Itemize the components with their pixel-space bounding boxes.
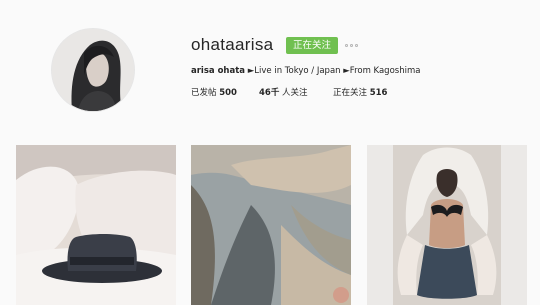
stat-followers[interactable]: 46千 人关注 <box>259 86 308 98</box>
profile-bio: arisa ohata ►Live in Tokyo / Japan ►From… <box>191 66 420 76</box>
following-label: 正在关注 <box>333 88 368 98</box>
post-thumbnail-hat[interactable] <box>16 145 176 305</box>
dot <box>350 43 353 47</box>
dot <box>345 43 348 47</box>
post-thumbnail-portrait[interactable] <box>367 145 527 305</box>
followers-label: 人关注 <box>282 88 308 98</box>
post-thumbnail-landscape[interactable] <box>191 145 351 305</box>
stat-posts: 已发帖 500 <box>191 86 237 98</box>
following-count: 516 <box>369 88 388 98</box>
profile-avatar[interactable] <box>52 29 134 111</box>
more-options-icon[interactable] <box>345 38 358 52</box>
portrait-photo <box>367 145 527 305</box>
avatar-image <box>52 29 134 111</box>
stat-following[interactable]: 正在关注 516 <box>333 86 387 98</box>
posts-label: 已发帖 <box>191 88 217 98</box>
profile-full-name: arisa ohata <box>191 66 246 76</box>
following-button[interactable]: 正在关注 <box>286 37 339 54</box>
landscape-photo <box>191 145 351 305</box>
profile-username: ohataarisa <box>191 35 274 54</box>
hat-photo <box>16 145 176 305</box>
followers-count: 46千 <box>259 88 280 98</box>
posts-count: 500 <box>219 88 237 98</box>
dot <box>355 43 358 47</box>
profile-bio-text: ►Live in Tokyo / Japan ►From Kagoshima <box>247 66 421 76</box>
